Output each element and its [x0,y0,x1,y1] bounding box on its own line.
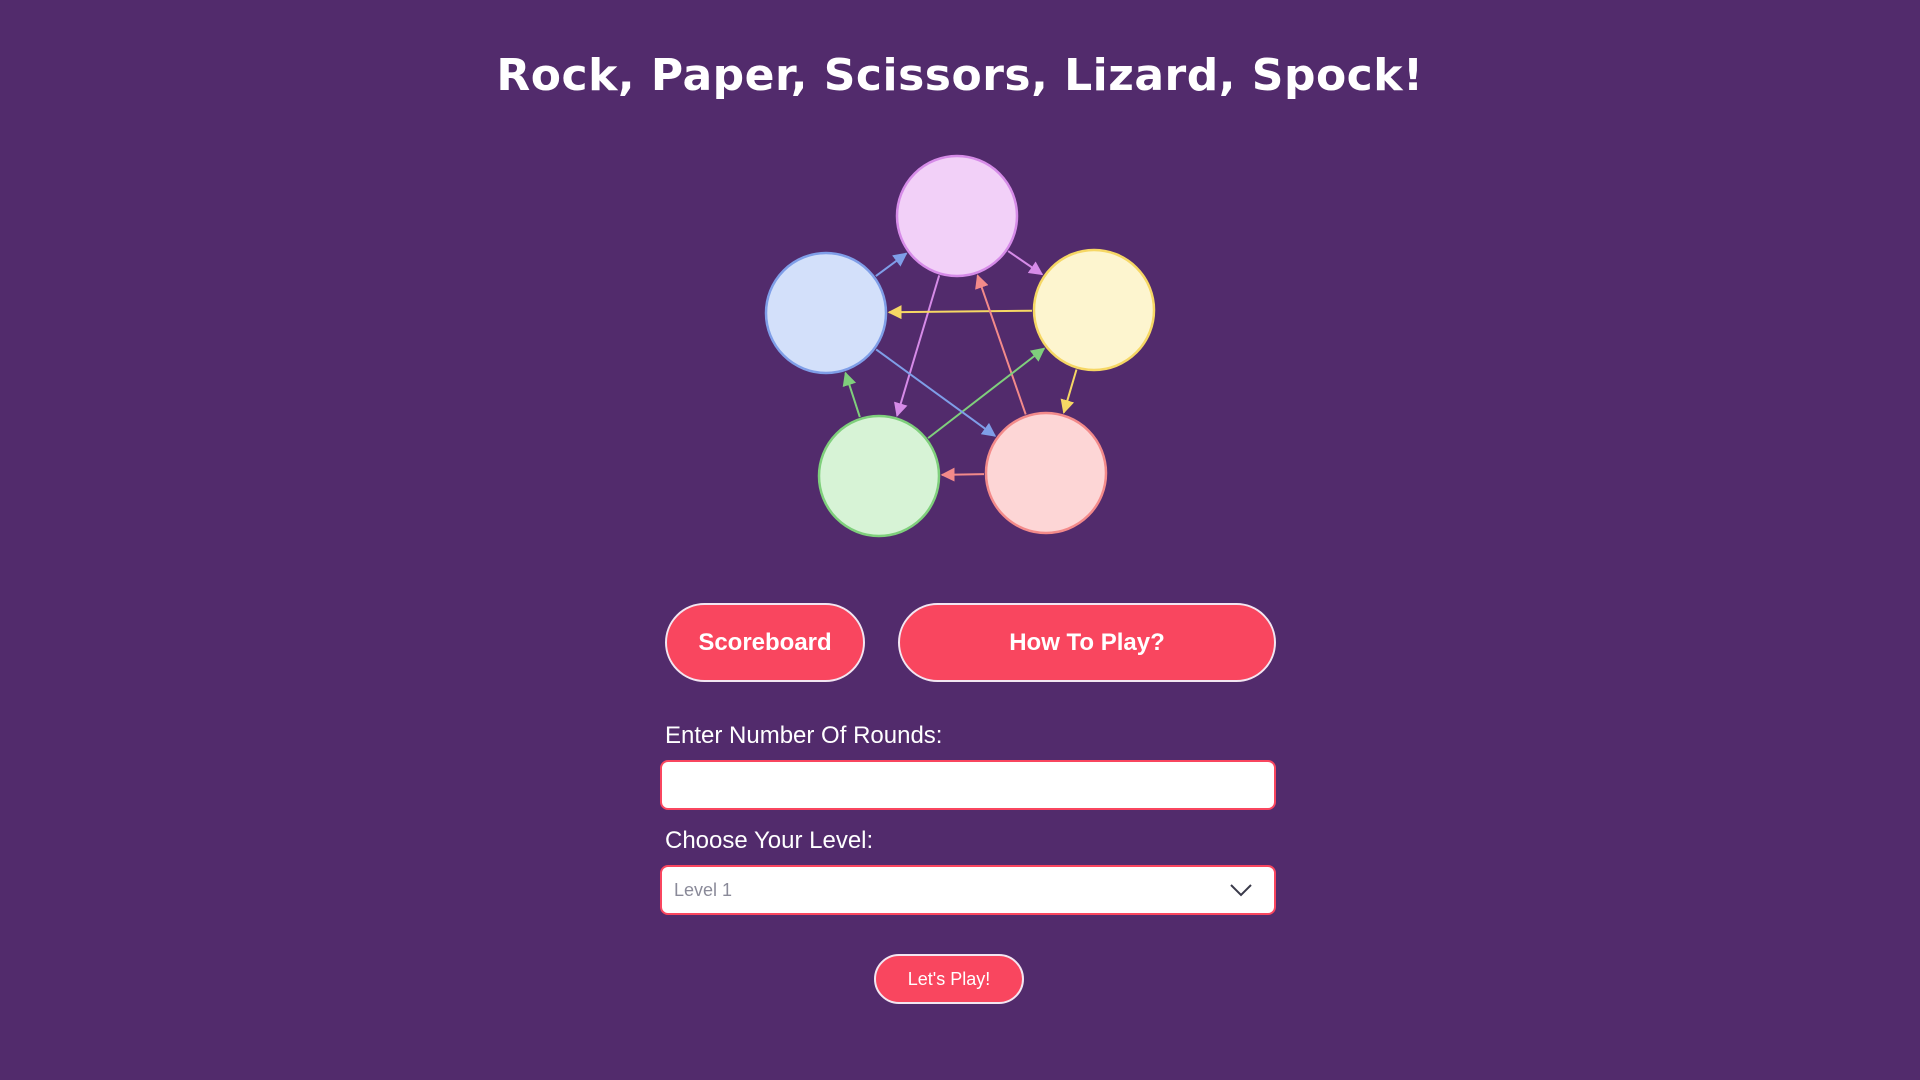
spock-choice[interactable] [764,251,888,375]
how-to-play-button[interactable]: How To Play? [898,603,1276,682]
arrow-rock-beats-lizard [940,467,985,482]
page-title: Rock, Paper, Scissors, Lizard, Spock! [496,50,1424,101]
level-select[interactable]: Level 1 [660,865,1276,915]
rounds-input[interactable] [660,760,1276,810]
lizard-circle [817,414,941,538]
arrow-lizard-beats-spock [842,371,861,418]
arrow-scissors-beats-lizard [894,275,941,417]
arrow-paper-beats-rock [1060,369,1078,414]
level-label: Choose Your Level: [665,827,874,854]
scissors-choice[interactable] [895,154,1019,278]
rpsls-diagram [764,154,1156,538]
level-select-value: Level 1 [674,879,733,900]
scoreboard-button[interactable]: Scoreboard [665,603,865,682]
paper-choice[interactable] [1032,248,1156,372]
rock-choice[interactable] [984,411,1108,535]
arrow-paper-beats-spock [887,305,1033,320]
lets-play-button[interactable]: Let's Play! [874,954,1024,1004]
arrow-spock-beats-scissors [875,252,908,277]
rock-circle [984,411,1108,535]
paper-circle [1032,248,1156,372]
scissors-circle [895,154,1019,278]
arrow-rock-beats-scissors [975,274,1027,415]
rounds-label: Enter Number Of Rounds: [665,722,943,749]
spock-circle [764,251,888,375]
chevron-down-icon [1230,884,1252,897]
nodes-layer [764,154,1156,538]
game-page: Rock, Paper, Scissors, Lizard, Spock! Sc… [0,0,1920,1080]
lizard-choice[interactable] [817,414,941,538]
arrow-scissors-beats-paper [1007,250,1044,276]
